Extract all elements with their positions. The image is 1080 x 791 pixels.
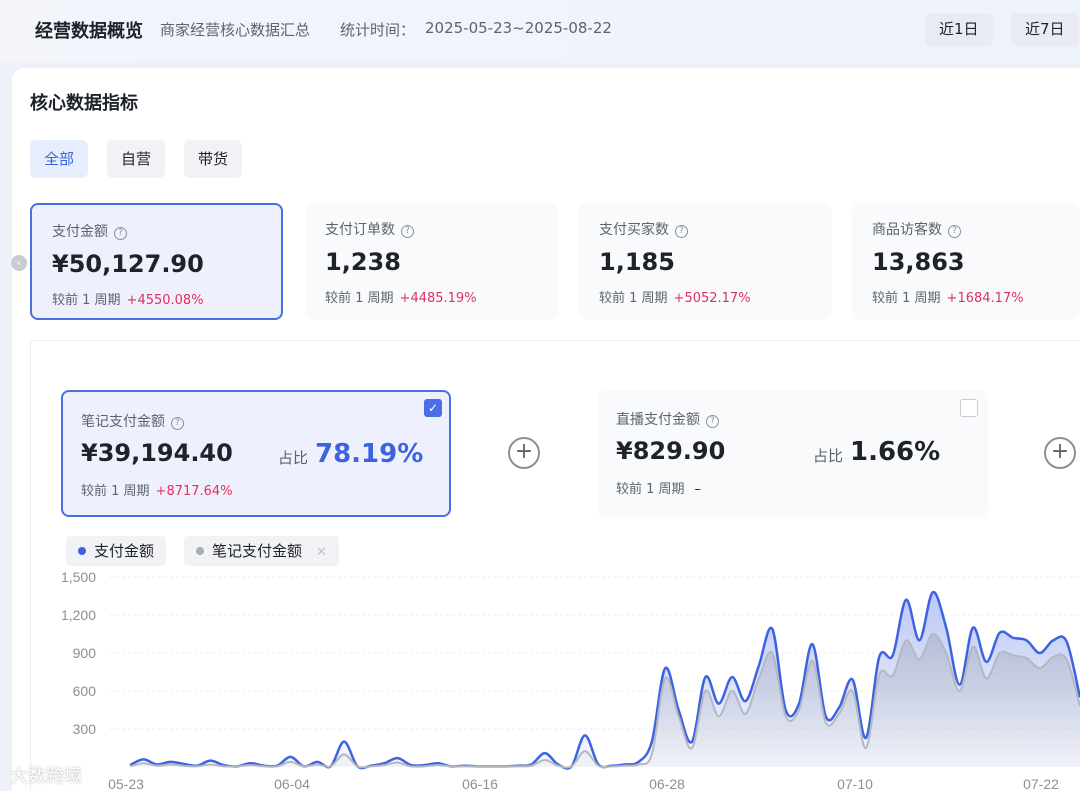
- compare-label: 较前 1 周期: [81, 484, 150, 499]
- x-tick-label: 05-23: [108, 776, 144, 791]
- sub-metric-note-payment[interactable]: 笔记支付金额? ¥39,194.40 占比 78.19% 较前 1 周期 +871…: [61, 390, 451, 517]
- compare-value: +4550.08%: [126, 293, 204, 308]
- range-button-7d[interactable]: 近7日: [1011, 13, 1079, 46]
- compare-label: 较前 1 周期: [325, 291, 394, 306]
- compare-label: 较前 1 周期: [599, 291, 668, 306]
- y-tick-label: 900: [73, 645, 97, 661]
- tab-self-operated[interactable]: 自营: [107, 140, 166, 178]
- tab-all[interactable]: 全部: [30, 140, 89, 178]
- metric-label: 支付订单数: [325, 222, 395, 238]
- time-range: 2025-05-23~2025-08-22: [425, 19, 612, 37]
- time-label: 统计时间：: [340, 21, 416, 39]
- help-icon[interactable]: ?: [675, 225, 688, 238]
- help-icon[interactable]: ?: [171, 417, 184, 430]
- metric-value: 1,185: [599, 248, 675, 276]
- checkbox-unchecked-icon[interactable]: [960, 399, 978, 417]
- x-tick-label: 07-22: [1023, 776, 1059, 791]
- page-subtitle: 商家经营核心数据汇总: [160, 21, 311, 39]
- trend-chart: 300 600 900 1,200 1,500 05-23 06-04 06-16 06-28…: [61, 569, 1080, 791]
- watermark-logo: 大数跨境: [10, 762, 82, 788]
- ratio-value: 78.19%: [315, 439, 424, 469]
- compare-value: +1684.17%: [946, 291, 1024, 306]
- checkbox-checked-icon[interactable]: ✓: [424, 399, 442, 417]
- compare-value: +4485.19%: [399, 291, 477, 306]
- compare-value: +8717.64%: [155, 484, 233, 499]
- sub-metric-live-payment[interactable]: 直播支付金额? ¥829.90 占比 1.66% 较前 1 周期 –: [598, 390, 988, 517]
- compare-label: 较前 1 周期: [616, 482, 685, 497]
- y-tick-label: 1,200: [61, 607, 96, 623]
- tab-affiliate[interactable]: 带货: [184, 140, 243, 178]
- header-bar: 经营数据概览 商家经营核心数据汇总 统计时间： 2025-05-23~2025-…: [0, 0, 1080, 62]
- legend-dot-icon: [196, 547, 204, 555]
- metric-card-visitors[interactable]: 商品访客数? 13,863 较前 1 周期 +1684.17%: [852, 203, 1080, 320]
- x-tick-label: 06-04: [274, 776, 310, 791]
- y-tick-label: 600: [73, 683, 97, 699]
- sub-metric-label: 直播支付金额: [616, 412, 700, 428]
- compare-value: +5052.17%: [673, 291, 751, 306]
- legend-dot-icon: [78, 547, 86, 555]
- legend-label: 支付金额: [94, 542, 155, 560]
- metric-value: ¥50,127.90: [52, 250, 204, 278]
- metric-card-payment-amount[interactable]: 支付金额? ¥50,127.90 较前 1 周期 +4550.08%: [30, 203, 283, 320]
- add-metric-button[interactable]: +: [508, 437, 540, 469]
- help-icon[interactable]: ?: [401, 225, 414, 238]
- help-icon[interactable]: ?: [706, 415, 719, 428]
- metric-value: 1,238: [325, 248, 401, 276]
- legend-label: 笔记支付金额: [212, 542, 303, 560]
- metric-card-buyers[interactable]: 支付买家数? 1,185 较前 1 周期 +5052.17%: [579, 203, 832, 320]
- page-title: 经营数据概览: [35, 21, 143, 42]
- watermark-logo-text: 大数跨境: [10, 766, 82, 787]
- close-icon[interactable]: ✕: [316, 545, 327, 560]
- metric-value: 13,863: [872, 248, 965, 276]
- help-icon[interactable]: ?: [948, 225, 961, 238]
- sub-metric-value: ¥39,194.40: [81, 439, 233, 467]
- compare-label: 较前 1 周期: [52, 293, 121, 308]
- x-tick-label: 06-16: [462, 776, 498, 791]
- x-tick-label: 06-28: [649, 776, 685, 791]
- metric-card-orders[interactable]: 支付订单数? 1,238 较前 1 周期 +4485.19%: [305, 203, 558, 320]
- range-button-1d[interactable]: 近1日: [925, 13, 993, 46]
- y-tick-label: 1,500: [61, 569, 96, 585]
- metric-label: 商品访客数: [872, 222, 942, 238]
- ratio-label: 占比: [813, 447, 844, 465]
- help-icon[interactable]: ?: [114, 227, 127, 240]
- compare-value: –: [694, 482, 702, 497]
- compare-label: 较前 1 周期: [872, 291, 941, 306]
- y-tick-label: 300: [73, 721, 97, 737]
- x-tick-label: 07-10: [837, 776, 873, 791]
- ratio-value: 1.66%: [850, 437, 941, 467]
- sub-metric-value: ¥829.90: [616, 437, 726, 465]
- ratio-label: 占比: [278, 449, 309, 467]
- metric-label: 支付金额: [52, 224, 108, 240]
- carousel-prev-icon[interactable]: ‹: [11, 255, 27, 271]
- metric-label: 支付买家数: [599, 222, 669, 238]
- series-area-note-payment: [130, 633, 1080, 768]
- section-title: 核心数据指标: [30, 93, 138, 114]
- sub-metric-label: 笔记支付金额: [81, 414, 165, 430]
- add-metric-button[interactable]: +: [1044, 437, 1076, 469]
